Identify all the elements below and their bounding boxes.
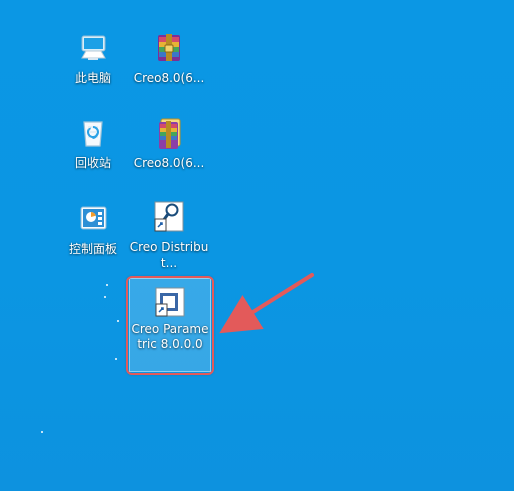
annotation-arrow [219,273,314,334]
desktop: 此电脑 Creo8.0(6... 回收站 Creo8.0(6... 控制面板 C… [0,0,514,491]
